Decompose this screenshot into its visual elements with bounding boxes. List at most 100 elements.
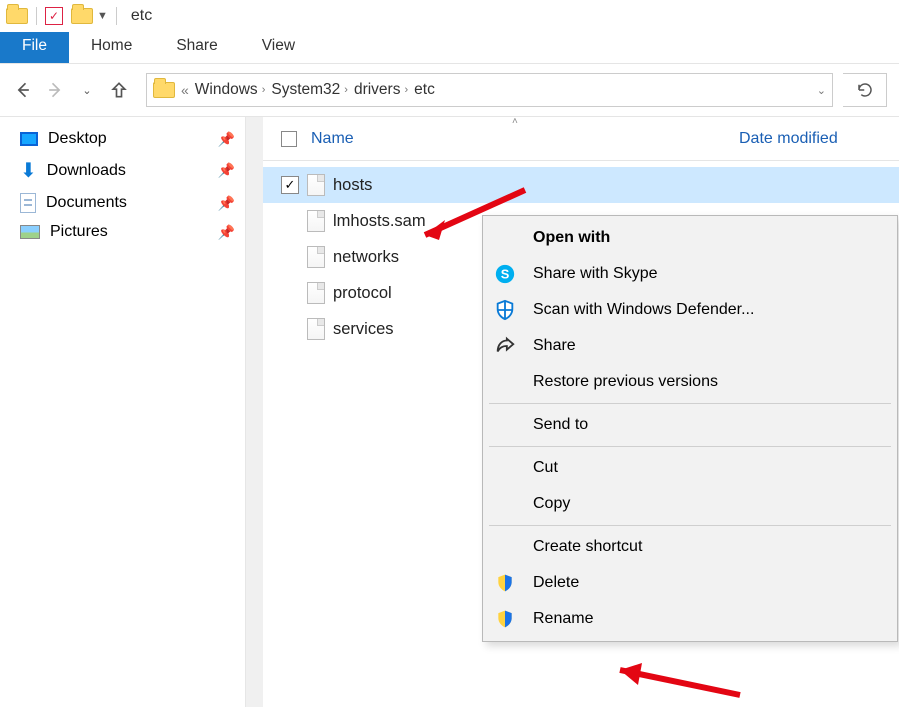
menu-separator [489,446,891,447]
menu-create-shortcut[interactable]: Create shortcut [485,529,895,565]
menu-cut[interactable]: Cut [485,450,895,486]
pin-icon: 📌 [218,195,235,212]
menu-label: Rename [533,610,593,628]
tab-share[interactable]: Share [154,32,239,63]
context-menu[interactable]: Open with S Share with Skype Scan with W… [482,215,898,642]
pin-icon: 📌 [218,131,235,148]
menu-separator [489,403,891,404]
breadcrumb-label: etc [414,81,435,99]
pictures-icon [20,225,40,239]
file-name: services [333,320,394,339]
column-headers: ˄ Name Date modified [263,117,899,161]
file-row[interactable]: ✓ hosts [263,167,899,203]
menu-share-skype[interactable]: S Share with Skype [485,256,895,292]
address-dropdown-icon[interactable]: ⌄ [817,84,826,97]
menu-label: Scan with Windows Defender... [533,301,754,319]
file-name: networks [333,248,399,267]
forward-button[interactable] [44,79,66,101]
file-icon [307,174,325,196]
row-checkbox[interactable]: ✓ [281,176,299,194]
folder-icon [6,8,28,24]
breadcrumb-item[interactable]: etc [414,81,435,99]
file-icon [307,210,325,232]
breadcrumb-label: Windows [195,81,258,99]
menu-scan-defender[interactable]: Scan with Windows Defender... [485,292,895,328]
chevron-down-icon: ⌄ [82,84,91,97]
ribbon: File Home Share View [0,32,899,64]
menu-label: Cut [533,459,558,477]
sidebar-item-label: Documents [46,194,127,212]
uac-shield-icon [491,573,519,593]
up-button[interactable] [108,79,130,101]
menu-separator [489,525,891,526]
sidebar-item-label: Downloads [47,162,126,180]
file-name: hosts [333,176,372,195]
column-name[interactable]: ˄ Name [303,130,721,148]
tab-file[interactable]: File [0,32,69,63]
menu-label: Restore previous versions [533,373,718,391]
menu-label: Copy [533,495,570,513]
sort-indicator-icon: ˄ [512,116,518,127]
sidebar-item-label: Pictures [50,223,108,241]
menu-share[interactable]: Share [485,328,895,364]
download-icon: ⬇ [20,158,37,183]
select-mode-icon[interactable]: ✓ [45,7,63,25]
breadcrumb-label: drivers [354,81,401,99]
address-bar[interactable]: « Windows› System32› drivers› etc ⌄ [146,73,833,107]
menu-copy[interactable]: Copy [485,486,895,522]
title-bar: ✓ ▼ etc [0,0,899,32]
back-button[interactable] [12,79,34,101]
breadcrumb-item[interactable]: Windows › [195,81,266,99]
file-name: protocol [333,284,392,303]
folder-icon [71,8,93,24]
sidebar-item-downloads[interactable]: ⬇ Downloads 📌 [4,153,241,188]
skype-icon: S [491,263,519,285]
quick-access-dropdown[interactable]: ▼ [71,8,108,24]
menu-rename[interactable]: Rename [485,601,895,637]
chevron-right-icon[interactable]: › [344,84,348,96]
document-icon [20,193,36,213]
overflow-chevron-icon[interactable]: « [181,82,189,98]
file-icon [307,246,325,268]
recent-locations-dropdown[interactable]: ⌄ [76,79,98,101]
separator [116,7,117,25]
column-label: Name [311,130,354,147]
shield-icon [491,299,519,321]
menu-label: Open with [533,229,610,247]
folder-icon [153,82,175,98]
sidebar-scrollbar[interactable] [245,117,263,707]
sidebar-item-desktop[interactable]: Desktop 📌 [4,125,241,153]
desktop-icon [20,132,38,146]
sidebar-item-documents[interactable]: Documents 📌 [4,188,241,218]
sidebar-item-pictures[interactable]: Pictures 📌 [4,218,241,246]
separator [36,7,37,25]
file-icon [307,318,325,340]
breadcrumb-label: System32 [271,81,340,99]
chevron-right-icon[interactable]: › [262,84,266,96]
tab-home[interactable]: Home [69,32,154,63]
menu-delete[interactable]: Delete [485,565,895,601]
column-label: Date modified [739,130,838,147]
column-date-modified[interactable]: Date modified [721,130,838,148]
sidebar[interactable]: Desktop 📌 ⬇ Downloads 📌 Documents 📌 Pict… [0,117,245,707]
chevron-down-icon: ▼ [97,10,108,22]
menu-open-with[interactable]: Open with [485,220,895,256]
menu-label: Create shortcut [533,538,642,556]
breadcrumb-item[interactable]: System32 › [271,81,348,99]
menu-restore-previous[interactable]: Restore previous versions [485,364,895,400]
window-title: etc [131,7,152,25]
menu-send-to[interactable]: Send to [485,407,895,443]
file-icon [307,282,325,304]
breadcrumb-item[interactable]: drivers› [354,81,408,99]
nav-row: ⌄ « Windows› System32› drivers› etc ⌄ [0,64,899,116]
svg-text:S: S [501,267,510,282]
tab-view[interactable]: View [240,32,317,63]
menu-label: Send to [533,416,588,434]
menu-label: Delete [533,574,579,592]
refresh-button[interactable] [843,73,887,107]
pin-icon: 📌 [218,224,235,241]
uac-shield-icon [491,609,519,629]
chevron-right-icon[interactable]: › [404,84,408,96]
menu-label: Share [533,337,576,355]
select-all-checkbox[interactable] [281,131,303,147]
